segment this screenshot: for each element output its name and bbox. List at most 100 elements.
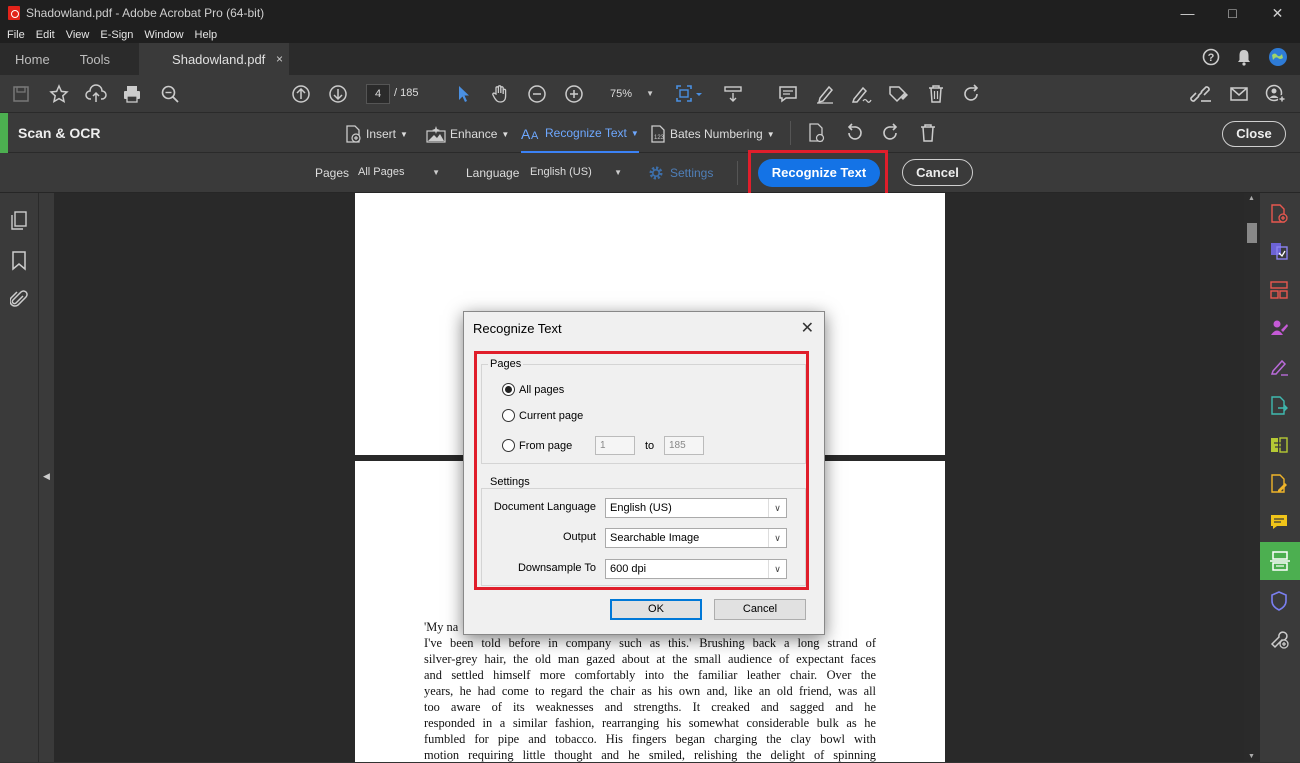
organize-pages-icon[interactable] [1268,279,1290,301]
help-icon[interactable]: ? [1202,48,1220,66]
close-tool-button[interactable]: Close [1222,121,1286,147]
maximize-button[interactable]: □ [1210,0,1255,26]
scrollbar-thumb[interactable] [1247,223,1257,243]
delete-trash-icon[interactable] [925,83,947,105]
bookmarks-icon[interactable] [11,251,27,271]
delete-page-icon[interactable] [917,122,939,144]
stamp-edit-icon[interactable] [887,83,909,105]
bates-numbering-tool[interactable]: 123 Bates Numbering ▼ [650,125,775,143]
scroll-mode-icon[interactable] [722,83,744,105]
rotate-left-icon[interactable] [843,122,865,144]
settings-label: Settings [670,166,714,180]
vertical-scrollbar[interactable]: ▲ ▼ [1244,193,1260,762]
rotate-right-icon[interactable] [880,122,902,144]
insert-tool[interactable]: Insert ▼ [344,125,408,143]
tab-home[interactable]: Home [0,43,65,75]
protect-shield-icon[interactable] [1268,590,1290,612]
more-tools-icon[interactable] [1268,628,1290,650]
scroll-down-arrow-icon[interactable]: ▼ [1248,753,1255,760]
dialog-title: Recognize Text [473,321,562,336]
attachments-paperclip-icon[interactable] [10,289,28,309]
email-icon[interactable] [1228,83,1250,105]
fit-page-icon[interactable] [674,83,704,105]
expand-pane-arrow-icon[interactable]: ◀ [43,471,50,482]
find-zoom-icon[interactable] [159,83,181,105]
settings-button[interactable]: Settings [648,165,713,181]
page-settings-icon[interactable] [806,122,828,144]
svg-text:A: A [521,126,531,141]
text-line: silver-grey hair, the old man gazed abou… [424,652,876,666]
menu-help[interactable]: Help [195,29,218,41]
next-page-icon[interactable] [327,83,349,105]
gear-icon [649,166,663,180]
recognize-text-icon: AA [521,126,539,141]
page-number-input[interactable]: 4 [366,84,390,104]
bates-numbering-icon: 123 [651,125,665,143]
save-icon[interactable] [10,83,32,105]
export-pdf-icon[interactable] [1268,395,1290,417]
dialog-cancel-button[interactable]: Cancel [714,599,806,620]
create-pdf-icon[interactable] [1268,203,1290,225]
account-avatar-icon[interactable] [1268,47,1288,67]
zoom-in-icon[interactable] [563,83,585,105]
scan-ocr-toolbar: Scan & OCR Insert ▼ Enhance ▼ AA Recognize… [0,113,1300,153]
bates-numbering-label: Bates Numbering [670,127,763,141]
select-pointer-icon[interactable] [452,83,474,105]
comment-icon[interactable] [777,83,799,105]
recognize-text-label: Recognize Text [545,126,627,140]
add-user-icon[interactable] [1265,83,1287,105]
svg-text:?: ? [1208,52,1215,64]
left-pane-collapse-strip: ◀ [38,193,54,762]
cancel-button[interactable]: Cancel [902,159,973,186]
edit-pdf-icon[interactable] [1268,473,1290,495]
menu-view[interactable]: View [66,29,90,41]
scroll-up-arrow-icon[interactable]: ▲ [1248,195,1255,202]
page-thumbnails-icon[interactable] [10,211,28,231]
pdf-file-icon [8,6,20,20]
scan-ocr-tool-icon[interactable] [1260,542,1300,580]
language-select-value: English (US) [530,166,592,178]
left-navigation-pane [0,193,38,762]
insert-label: Insert [366,127,397,141]
sign-pen-icon[interactable] [850,83,872,105]
minimize-button[interactable]: — [1165,0,1210,26]
menu-window[interactable]: Window [144,29,183,41]
chevron-down-icon: ▼ [614,168,622,177]
menu-esign[interactable]: E-Sign [100,29,133,41]
enhance-icon [426,126,446,143]
recognize-text-tool[interactable]: AA Recognize Text ▼ [521,125,639,153]
zoom-out-icon[interactable] [526,83,548,105]
dialog-close-icon[interactable]: ✕ [801,318,814,338]
pages-select[interactable]: All Pages ▼ [358,166,440,178]
bookmark-star-icon[interactable] [48,83,70,105]
tab-tools[interactable]: Tools [65,43,125,75]
fill-sign-icon[interactable] [1268,356,1290,378]
menu-file[interactable]: File [7,29,25,41]
request-esignatures-icon[interactable] [1268,317,1290,339]
rotate-redo-icon[interactable] [961,83,983,105]
text-line: too aware of its weaknesses and strength… [424,700,876,714]
ok-button[interactable]: OK [610,599,702,620]
print-icon[interactable] [121,83,143,105]
share-link-icon[interactable] [1190,83,1212,105]
upload-cloud-icon[interactable] [85,83,107,105]
enhance-label: Enhance [450,127,498,141]
notifications-bell-icon[interactable] [1236,48,1252,66]
previous-page-icon[interactable] [290,83,312,105]
tab-bar: Home Tools Shadowland.pdf × [0,43,1300,75]
compare-files-icon[interactable] [1268,434,1290,456]
language-select[interactable]: English (US) ▼ [530,166,622,178]
tab-document[interactable]: Shadowland.pdf × [139,43,290,75]
text-line: years, he had come to regard the chair a… [424,684,876,698]
hand-pan-icon[interactable] [489,83,511,105]
menu-edit[interactable]: Edit [36,29,55,41]
enhance-tool[interactable]: Enhance ▼ [426,125,509,143]
zoom-level-select[interactable]: 75% ▼ [598,84,660,104]
chevron-down-icon: ▼ [432,168,440,177]
comment-tool-icon[interactable] [1268,511,1290,533]
close-window-button[interactable]: ✕ [1255,0,1300,26]
highlight-pen-icon[interactable] [814,83,836,105]
insert-page-icon [346,125,361,143]
close-tab-icon[interactable]: × [276,52,283,66]
combine-files-icon[interactable] [1268,240,1290,262]
